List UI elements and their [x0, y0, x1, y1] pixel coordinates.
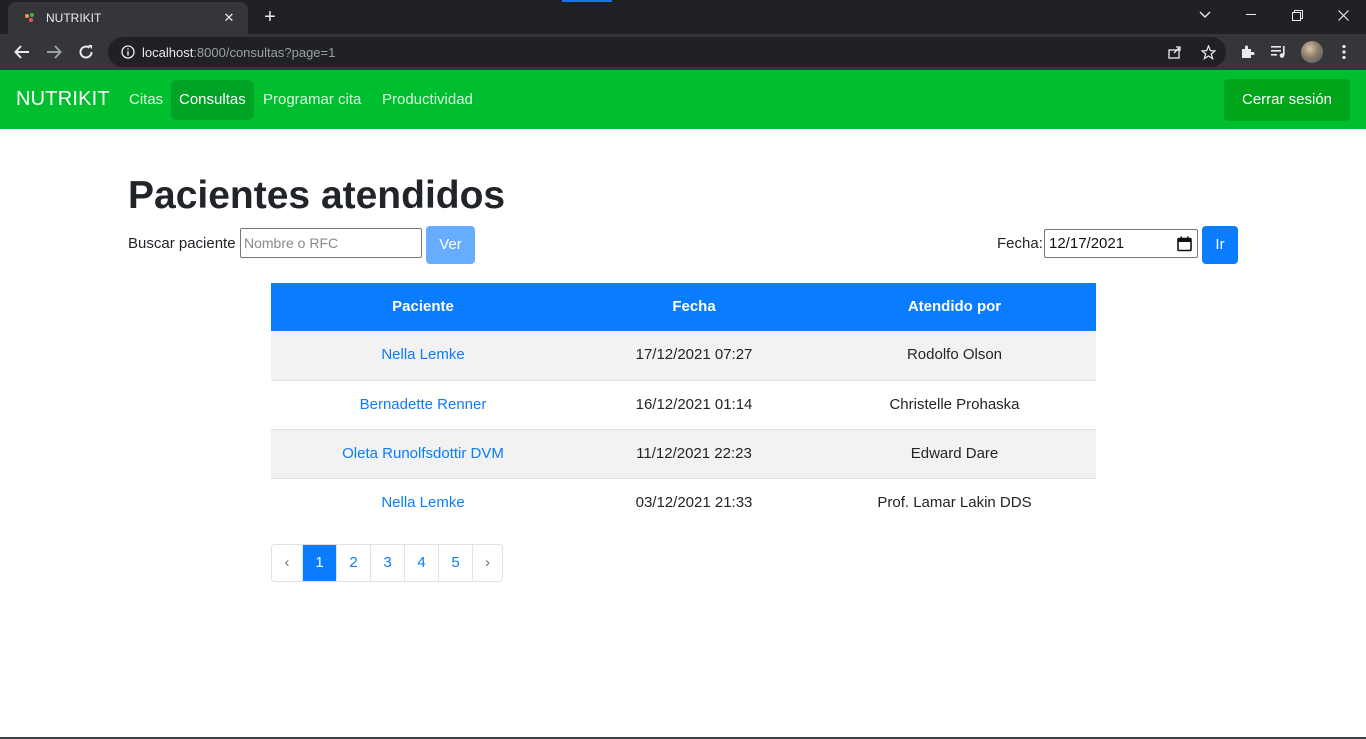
patients-table: Paciente Fecha Atendido por Nella Lemke … — [271, 283, 1096, 527]
table-row: Bernadette Renner 16/12/2021 01:14 Chris… — [271, 380, 1096, 429]
url-path: :8000/consultas?page=1 — [193, 44, 336, 60]
address-bar[interactable]: localhost:8000/consultas?page=1 — [108, 37, 1226, 67]
minimize-icon[interactable] — [1228, 0, 1274, 30]
app-navbar: NUTRIKIT Citas Consultas Programar cita … — [0, 70, 1366, 129]
consult-date: 16/12/2021 01:14 — [635, 396, 753, 413]
table-row: Nella Lemke 03/12/2021 21:33 Prof. Lamar… — [271, 478, 1096, 527]
browser-tabstrip: NUTRIKIT ✕ + — [0, 0, 1366, 34]
date-label: Fecha: — [997, 235, 1043, 252]
patient-link[interactable]: Oleta Runolfsdottir DVM — [271, 430, 575, 478]
url-text: localhost:8000/consultas?page=1 — [142, 45, 335, 60]
date-go-button[interactable]: Ir — [1202, 226, 1238, 264]
patient-link[interactable]: Nella Lemke — [271, 331, 575, 380]
date-input[interactable]: 12/17/2021 — [1044, 229, 1198, 258]
nav-link-programar-cita[interactable]: Programar cita — [255, 80, 369, 120]
pagination-page-5[interactable]: 5 — [438, 545, 472, 581]
pagination: ‹ 1 2 3 4 5 › — [271, 544, 503, 582]
page-title: Pacientes atendidos — [128, 174, 506, 217]
search-input[interactable] — [240, 228, 422, 258]
column-header-patient: Paciente — [392, 298, 454, 315]
tab-close-icon[interactable]: ✕ — [220, 9, 238, 27]
calendar-icon[interactable] — [1175, 235, 1193, 253]
pagination-next[interactable]: › — [472, 545, 502, 581]
extensions-puzzle-icon[interactable] — [1234, 38, 1262, 66]
table-row: Nella Lemke 17/12/2021 07:27 Rodolfo Ols… — [271, 331, 1096, 380]
brand-logo[interactable]: NUTRIKIT — [16, 88, 110, 111]
media-queue-icon[interactable] — [1265, 38, 1293, 66]
site-info-icon[interactable] — [120, 44, 136, 60]
back-arrow-icon[interactable] — [8, 38, 36, 66]
browser-tab[interactable]: NUTRIKIT ✕ — [8, 2, 248, 34]
new-tab-button[interactable]: + — [258, 6, 282, 28]
nav-link-productividad[interactable]: Productividad — [374, 80, 481, 120]
browser-toolbar: localhost:8000/consultas?page=1 — [0, 34, 1366, 70]
nav-link-consultas[interactable]: Consultas — [171, 80, 254, 120]
table-body: Nella Lemke 17/12/2021 07:27 Rodolfo Ols… — [271, 331, 1096, 527]
share-icon[interactable] — [1164, 41, 1186, 63]
search-submit-button[interactable]: Ver — [426, 226, 475, 264]
nav-link-citas[interactable]: Citas — [121, 80, 171, 120]
patient-link[interactable]: Bernadette Renner — [271, 381, 575, 429]
tabstrip-accent — [562, 0, 612, 2]
url-host: localhost — [142, 44, 194, 60]
pagination-page-2[interactable]: 2 — [336, 545, 370, 581]
patient-link[interactable]: Nella Lemke — [271, 479, 575, 527]
consult-date: 11/12/2021 22:23 — [636, 445, 752, 462]
attended-by: Prof. Lamar Lakin DDS — [877, 494, 1032, 511]
table-header: Paciente Fecha Atendido por — [271, 283, 1096, 331]
reload-icon[interactable] — [72, 38, 100, 66]
consult-date: 17/12/2021 07:27 — [635, 346, 753, 363]
column-header-date: Fecha — [672, 298, 716, 315]
nutrikit-favicon-icon — [22, 10, 38, 26]
profile-avatar[interactable] — [1301, 41, 1323, 63]
pagination-page-1[interactable]: 1 — [302, 545, 336, 581]
window-close-icon[interactable] — [1320, 0, 1366, 30]
consult-date: 03/12/2021 21:33 — [635, 494, 753, 511]
forward-arrow-icon[interactable] — [40, 38, 68, 66]
pagination-page-3[interactable]: 3 — [370, 545, 404, 581]
pagination-page-4[interactable]: 4 — [404, 545, 438, 581]
bookmark-star-icon[interactable] — [1197, 41, 1219, 63]
date-value: 12/17/2021 — [1049, 235, 1125, 252]
restore-icon[interactable] — [1274, 0, 1320, 30]
logout-button[interactable]: Cerrar sesión — [1224, 79, 1350, 121]
column-header-attended-by: Atendido por — [907, 298, 1002, 315]
attended-by: Christelle Prohaska — [889, 396, 1020, 413]
tab-search-chevron-icon[interactable] — [1182, 0, 1228, 30]
attended-by: Edward Dare — [910, 445, 999, 462]
search-patient-label: Buscar paciente — [128, 235, 236, 252]
pagination-prev[interactable]: ‹ — [272, 545, 302, 581]
tab-title: NUTRIKIT — [46, 11, 102, 25]
browser-menu-icon[interactable] — [1330, 38, 1358, 66]
table-row: Oleta Runolfsdottir DVM 11/12/2021 22:23… — [271, 429, 1096, 478]
attended-by: Rodolfo Olson — [906, 346, 1003, 363]
